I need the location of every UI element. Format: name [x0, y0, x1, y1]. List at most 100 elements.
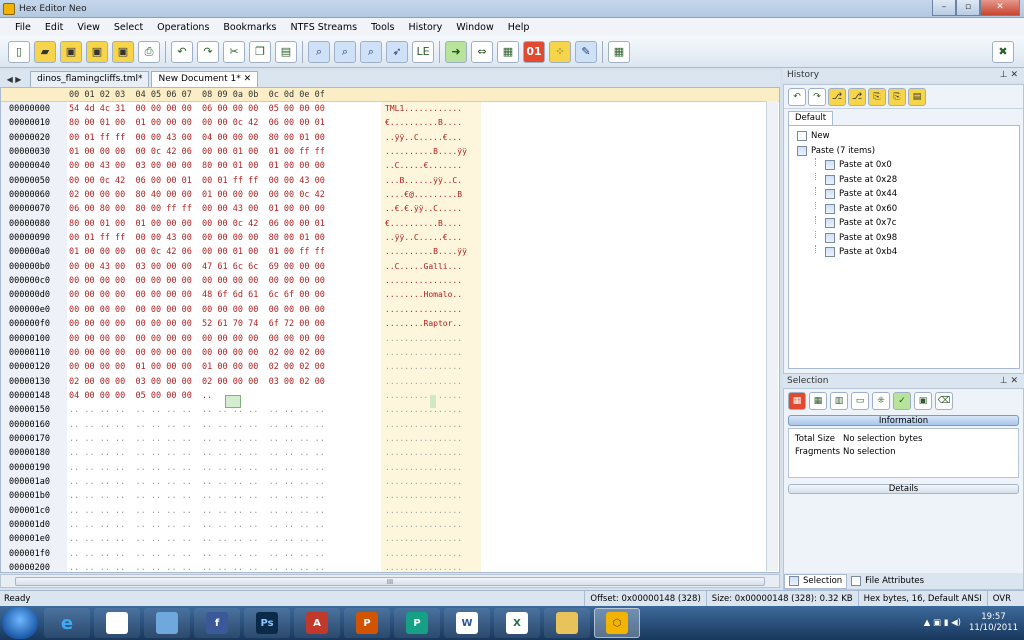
select-block-icon[interactable]: ▦	[809, 392, 827, 410]
menu-view[interactable]: View	[70, 22, 107, 33]
undo-icon[interactable]: ↶	[171, 40, 193, 63]
menu-bookmarks[interactable]: Bookmarks	[216, 22, 283, 33]
select-fragments-icon[interactable]: ▣	[914, 392, 932, 410]
hex-row[interactable]: 04 00 00 00 05 00 00 00 ..	[69, 389, 379, 403]
hex-row[interactable]: 02 00 00 00 03 00 00 00 02 00 00 00 03 0…	[69, 375, 379, 389]
hex-row[interactable]: .. .. .. .. .. .. .. .. .. .. .. .. .. .…	[69, 489, 379, 503]
menu-tools[interactable]: Tools	[364, 22, 401, 33]
hex-row[interactable]: 00 01 ff ff 00 00 43 00 04 00 00 00 80 0…	[69, 131, 379, 145]
redo-icon[interactable]: ↷	[197, 40, 219, 63]
hex-row[interactable]: .. .. .. .. .. .. .. .. .. .. .. .. .. .…	[69, 518, 379, 532]
text-row[interactable]: TML1............	[385, 102, 481, 116]
taskbar-document[interactable]	[94, 608, 140, 638]
hex-row[interactable]: .. .. .. .. .. .. .. .. .. .. .. .. .. .…	[69, 461, 379, 475]
patterns-icon[interactable]: ⁘	[549, 40, 571, 63]
column-icon[interactable]: ⇔	[471, 40, 493, 63]
text-row[interactable]: ................	[385, 418, 481, 432]
text-row[interactable]: ................	[385, 432, 481, 446]
taskbar-word[interactable]: W	[444, 608, 490, 638]
hex-row[interactable]: 00 00 00 00 00 00 00 00 00 00 00 00 00 0…	[69, 303, 379, 317]
hex-row[interactable]: 01 00 00 00 00 0c 42 06 00 00 01 00 01 0…	[69, 145, 379, 159]
history-item-paste[interactable]: Paste at 0x0	[797, 158, 1019, 173]
taskbar-powerpoint[interactable]: P	[344, 608, 390, 638]
hex-row[interactable]: 00 01 ff ff 00 00 43 00 00 00 00 00 80 0…	[69, 231, 379, 245]
history-merge-icon[interactable]: ⎇	[848, 87, 866, 106]
text-row[interactable]: ..€.€.ÿÿ..C.....	[385, 202, 481, 216]
text-row[interactable]: ..ÿÿ..C.....€...	[385, 131, 481, 145]
menu-window[interactable]: Window	[449, 22, 500, 33]
history-undo-icon[interactable]: ↶	[788, 87, 806, 106]
history-item-paste[interactable]: Paste at 0x28	[797, 172, 1019, 188]
find-next-icon[interactable]: ⌕	[334, 40, 356, 63]
history-load-icon[interactable]: ⎘	[888, 87, 906, 106]
select-pattern-icon[interactable]: ⁜	[872, 392, 890, 410]
text-row[interactable]: ........Raptor..	[385, 317, 481, 331]
text-row[interactable]: ................	[385, 446, 481, 460]
hex-row[interactable]: 80 00 01 00 01 00 00 00 00 00 0c 42 06 0…	[69, 116, 379, 130]
calculator-icon[interactable]: ▦	[608, 40, 630, 63]
text-row[interactable]: ..C.....€.......	[385, 159, 481, 173]
text-row[interactable]: ....€@.........B	[385, 188, 481, 202]
close-tab-icon[interactable]: ✕	[244, 74, 252, 84]
text-row[interactable]: ................	[385, 461, 481, 475]
text-row[interactable]: ................	[385, 303, 481, 317]
fill-icon[interactable]: ▦	[497, 40, 519, 63]
new-file-icon[interactable]: ▯	[8, 40, 30, 63]
taskbar-excel[interactable]: X	[494, 608, 540, 638]
close-button[interactable]: ✕	[980, 0, 1020, 16]
history-item-paste[interactable]: Paste at 0x44	[797, 187, 1019, 202]
history-clear-icon[interactable]: ▤	[908, 87, 926, 106]
hex-row[interactable]: .. .. .. .. .. .. .. .. .. .. .. .. .. .…	[69, 432, 379, 446]
hex-row[interactable]: .. .. .. .. .. .. .. .. .. .. .. .. .. .…	[69, 475, 379, 489]
text-row[interactable]: ..ÿÿ..C.....€...	[385, 231, 481, 245]
history-item-paste-group[interactable]: Paste (7 items)	[797, 144, 1019, 159]
select-clear-icon[interactable]: ⌫	[935, 392, 953, 410]
menu-ntfs-streams[interactable]: NTFS Streams	[283, 22, 364, 33]
select-columns-icon[interactable]: ▥	[830, 392, 848, 410]
start-button[interactable]	[2, 607, 38, 639]
history-item-new[interactable]: New	[797, 129, 1019, 144]
taskbar-access[interactable]: A	[294, 608, 340, 638]
text-row[interactable]: ................	[385, 532, 481, 546]
history-redo-icon[interactable]: ↷	[808, 87, 826, 106]
hex-row[interactable]: .. .. .. .. .. .. .. .. .. .. .. .. .. .…	[69, 547, 379, 561]
details-header[interactable]: Details	[788, 484, 1019, 494]
text-row[interactable]: ................	[385, 332, 481, 346]
hex-row[interactable]: 06 00 80 00 80 00 ff ff 00 00 43 00 01 0…	[69, 202, 379, 216]
endian-icon[interactable]: LE	[412, 40, 434, 63]
hex-row[interactable]: 01 00 00 00 00 0c 42 06 00 00 01 00 01 0…	[69, 245, 379, 259]
text-row[interactable]: ................	[385, 547, 481, 561]
minimize-button[interactable]: –	[932, 0, 956, 16]
menu-history[interactable]: History	[401, 22, 449, 33]
history-item-paste[interactable]: Paste at 0xb4	[797, 245, 1019, 260]
tray-icons[interactable]: ▲ ▣ ▮ ◀)	[924, 618, 961, 628]
text-row[interactable]: ..C.....Galli...	[385, 260, 481, 274]
taskbar-facebook[interactable]: f	[194, 608, 240, 638]
history-save-icon[interactable]: ⎘	[868, 87, 886, 106]
goto-icon[interactable]: ➶	[386, 40, 408, 63]
hex-row[interactable]: 00 00 00 00 01 00 00 00 01 00 00 00 02 0…	[69, 360, 379, 374]
text-row[interactable]: ................	[385, 504, 481, 518]
text-row[interactable]: ...B......ÿÿ..C.	[385, 174, 481, 188]
tab-file-attributes[interactable]: File Attributes	[847, 574, 928, 589]
taskbar-explorer[interactable]	[544, 608, 590, 638]
history-item-paste[interactable]: Paste at 0x60	[797, 201, 1019, 217]
history-item-paste[interactable]: Paste at 0x7c	[797, 216, 1019, 231]
hex-row[interactable]: 00 00 43 00 03 00 00 00 80 00 01 00 01 0…	[69, 159, 379, 173]
hex-row[interactable]: .. .. .. .. .. .. .. .. .. .. .. .. .. .…	[69, 504, 379, 518]
tools-icon[interactable]: ✖	[992, 40, 1014, 63]
menu-operations[interactable]: Operations	[150, 22, 216, 33]
find-icon[interactable]: ⌕	[308, 40, 330, 63]
text-row[interactable]: ................	[385, 561, 481, 572]
clock[interactable]: 19:57 11/10/2011	[969, 612, 1018, 634]
tab-dinos-file[interactable]: dinos_flamingcliffs.tml*	[30, 71, 150, 87]
taskbar-photoshop[interactable]: Ps	[244, 608, 290, 638]
horizontal-scrollbar[interactable]: III	[0, 574, 780, 588]
history-tab-default[interactable]: Default	[788, 111, 834, 125]
hex-row[interactable]: 00 00 43 00 03 00 00 00 47 61 6c 6c 69 0…	[69, 260, 379, 274]
text-row[interactable]: €..........B....	[385, 217, 481, 231]
text-row[interactable]: ................	[385, 375, 481, 389]
hex-row[interactable]: 80 00 01 00 01 00 00 00 00 00 0c 42 06 0…	[69, 217, 379, 231]
vertical-scrollbar[interactable]	[766, 101, 778, 571]
text-row[interactable]: €..........B....	[385, 116, 481, 130]
